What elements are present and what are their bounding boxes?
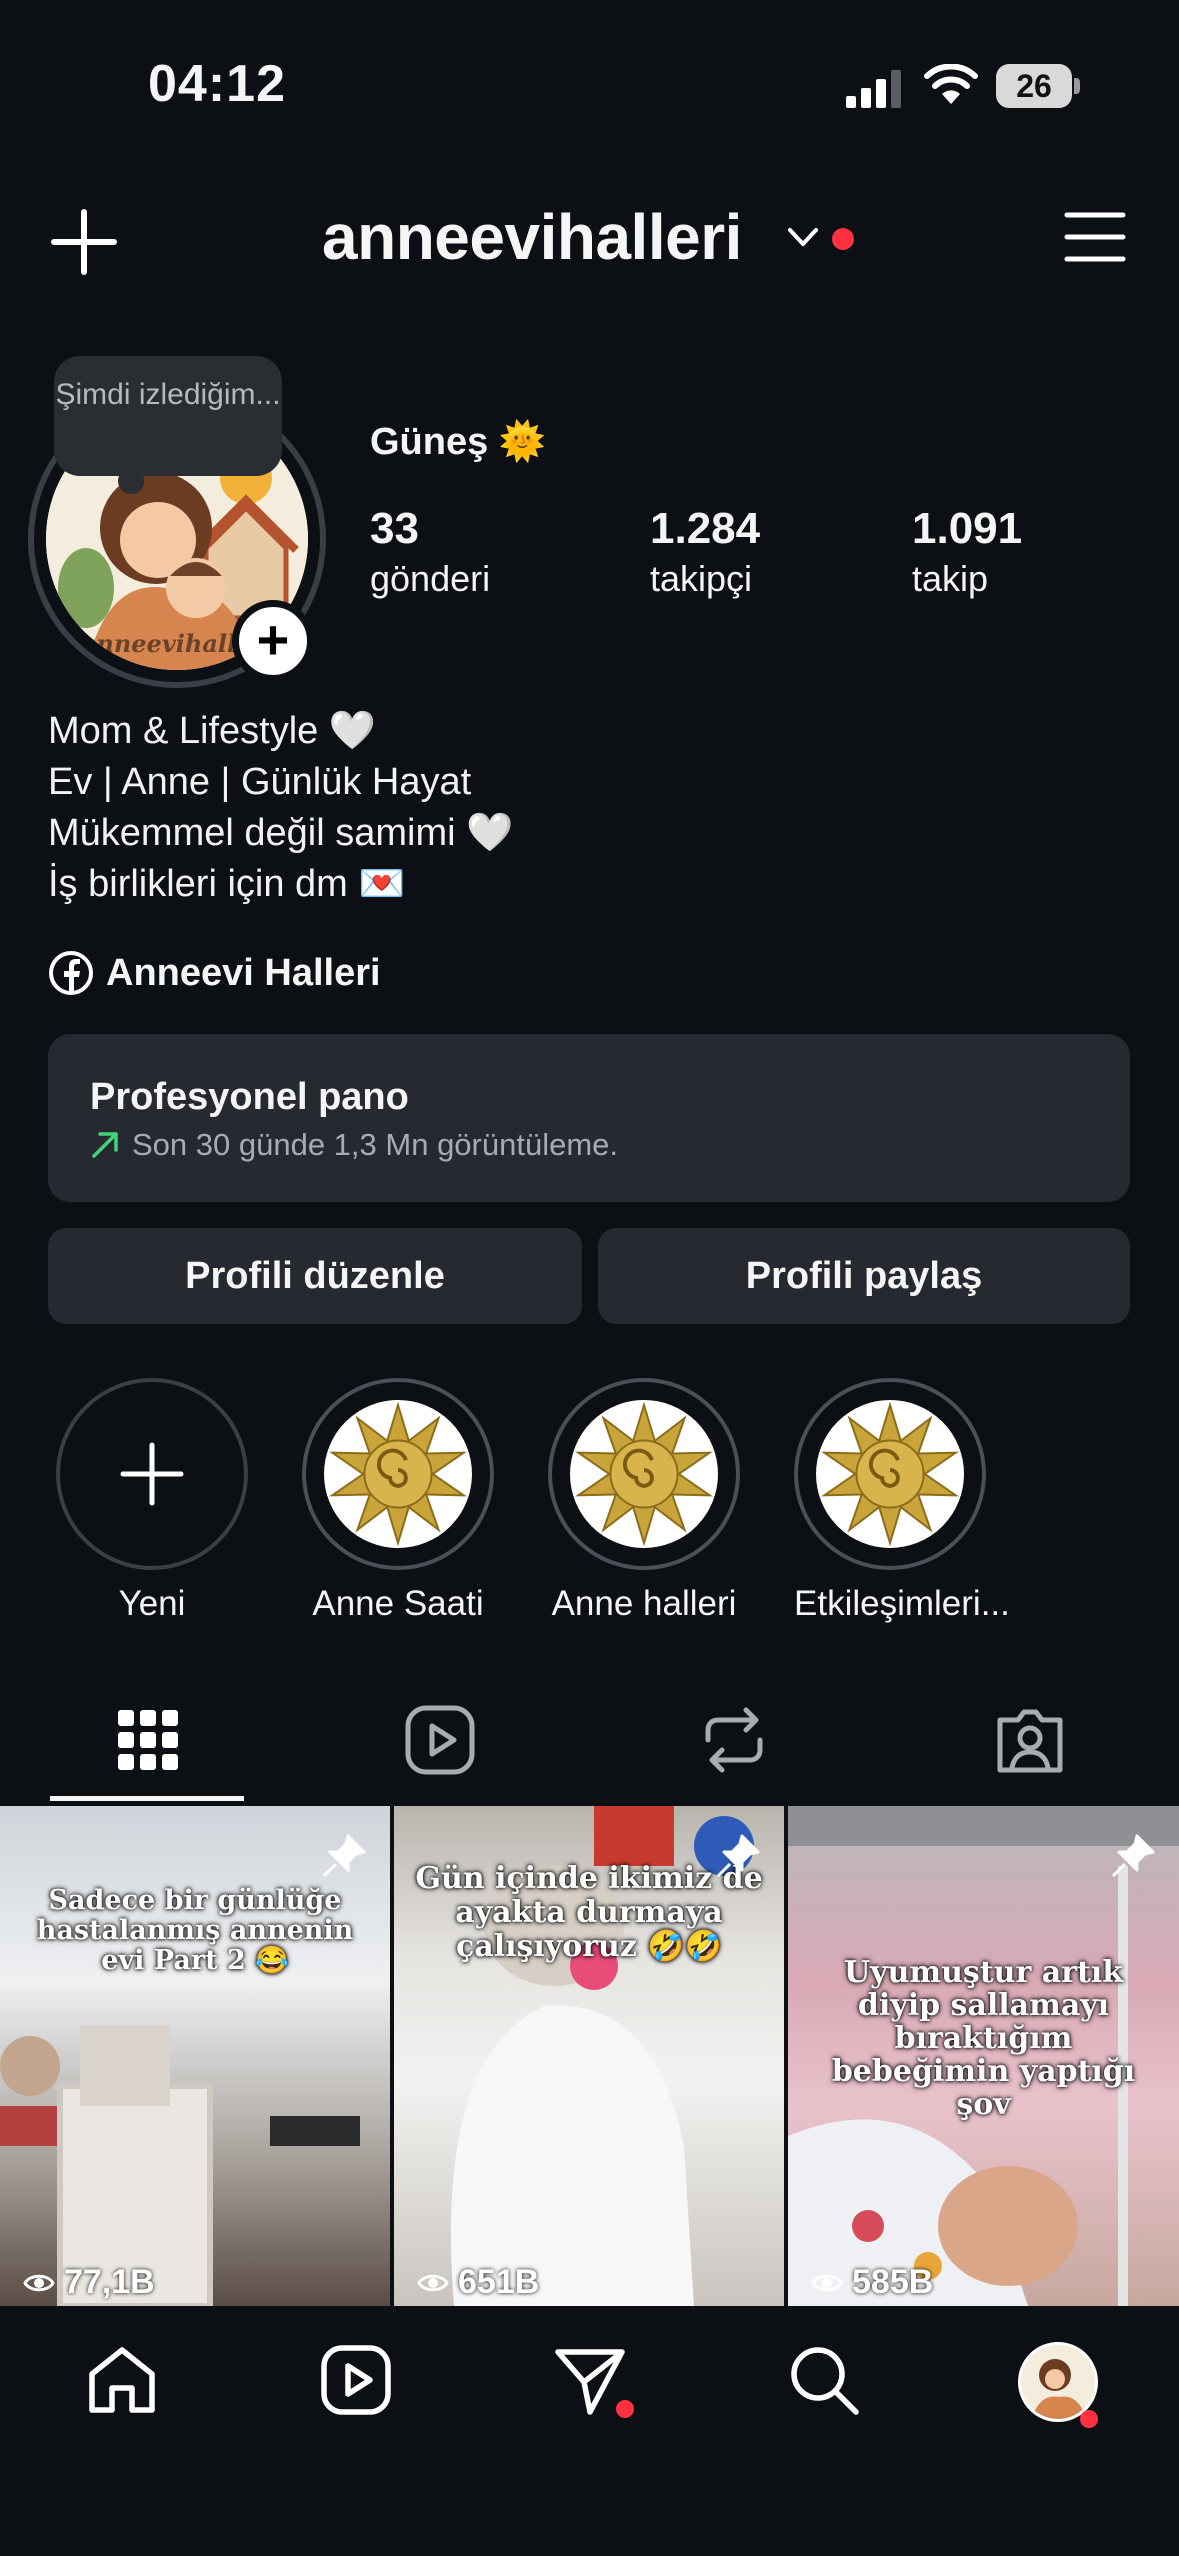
post-caption: Sadece bir günlüğe hastalanmış annenin e… [36, 1885, 354, 1976]
pin-icon [1111, 1834, 1155, 1878]
highlight-label: Anne halleri [551, 1584, 737, 1623]
tagged-icon[interactable] [990, 1700, 1070, 1780]
add-story-button[interactable]: + [232, 600, 314, 682]
views-eye-icon [811, 2274, 843, 2291]
wifi-icon [924, 64, 978, 104]
stat-followers[interactable]: 1.284 takipçi [650, 504, 760, 600]
profile-notification-dot [1080, 2410, 1098, 2428]
highlight-label: Anne Saati [312, 1584, 484, 1623]
username-switcher[interactable]: anneevihalleri [322, 200, 742, 274]
stat-posts[interactable]: 33 gönderi [370, 504, 490, 600]
facebook-icon [49, 951, 93, 995]
dm-notification-dot [616, 2400, 634, 2418]
status-time: 04:12 [148, 55, 286, 113]
golden-sun-icon [329, 1401, 467, 1547]
pin-icon [716, 1834, 760, 1878]
facebook-link-label: Anneevi Halleri [106, 951, 381, 994]
cellular-signal-icon [846, 70, 901, 108]
edit-profile-button[interactable]: Profili düzenle [48, 1228, 582, 1324]
golden-sun-icon [821, 1401, 959, 1547]
highlight-label: Yeni [118, 1584, 186, 1623]
battery-level: 26 [996, 64, 1072, 108]
display-name: Güneş 🌞 [370, 421, 547, 463]
post-views: 585B [852, 2263, 934, 2301]
notification-dot [832, 228, 854, 250]
stat-following[interactable]: 1.091 takip [912, 504, 1022, 600]
highlight-item[interactable]: Etkileşimleri... [794, 1378, 1010, 1624]
stat-following-value: 1.091 [912, 504, 1023, 553]
post-caption: Uyumuştur artık diyip sallamayı bıraktığ… [831, 1955, 1136, 2122]
views-eye-icon [23, 2274, 55, 2291]
battery-indicator: 26 [996, 64, 1080, 108]
home-icon[interactable] [84, 2342, 160, 2418]
note-bubble-tail [118, 468, 144, 494]
bio: Mom & Lifestyle 🤍 Ev | Anne | Günlük Hay… [48, 706, 513, 910]
bio-line: Mom & Lifestyle 🤍 [48, 710, 377, 752]
dashboard-title: Profesyonel pano [90, 1076, 409, 1118]
note-bubble[interactable]: Şimdi izlediğim... [54, 356, 282, 476]
post-views: 77,1B [64, 2263, 155, 2301]
grid-icon[interactable] [108, 1700, 188, 1780]
stat-followers-value: 1.284 [650, 504, 761, 553]
post-thumbnail[interactable]: Sadece bir günlüğe hastalanmış annenin e… [0, 1806, 390, 2306]
post-thumbnail[interactable]: Uyumuştur artık diyip sallamayı bıraktığ… [788, 1806, 1179, 2306]
trend-up-icon [92, 1132, 118, 1158]
chevron-down-icon[interactable] [786, 226, 820, 250]
dashboard-subtitle: Son 30 günde 1,3 Mn görüntüleme. [132, 1127, 619, 1162]
bio-line: Mükemmel değil samimi 🤍 [48, 812, 514, 854]
reels-icon[interactable] [318, 2342, 394, 2418]
bio-line: İş birlikleri için dm 💌 [48, 863, 406, 905]
pin-icon [322, 1834, 366, 1878]
highlight-new[interactable]: Yeni [56, 1378, 248, 1624]
reels-icon[interactable] [400, 1700, 480, 1780]
views-eye-icon [417, 2274, 449, 2291]
stat-followers-label: takipçi [650, 558, 753, 599]
bio-line: Ev | Anne | Günlük Hayat [48, 761, 472, 803]
facebook-link[interactable]: Anneevi Halleri [48, 948, 381, 998]
post-thumbnail[interactable]: Gün içinde ikimiz de ayakta durmaya çalı… [394, 1806, 784, 2306]
highlight-label: Etkileşimleri... [794, 1584, 1010, 1623]
reposts-icon[interactable] [694, 1700, 774, 1780]
search-icon[interactable] [786, 2342, 862, 2418]
stat-posts-value: 33 [370, 504, 419, 553]
professional-dashboard[interactable]: Profesyonel pano Son 30 günde 1,3 Mn gör… [48, 1034, 1130, 1202]
highlight-item[interactable]: Anne Saati [302, 1378, 494, 1624]
stat-following-label: takip [912, 558, 989, 599]
active-tab-indicator [50, 1796, 244, 1801]
hamburger-menu-icon[interactable] [1064, 210, 1126, 264]
highlight-item[interactable]: Anne halleri [548, 1378, 740, 1624]
plus-icon [120, 1442, 184, 1506]
create-plus-icon[interactable] [50, 208, 118, 276]
golden-sun-icon [575, 1401, 713, 1547]
stat-posts-label: gönderi [370, 558, 491, 599]
share-profile-button[interactable]: Profili paylaş [598, 1228, 1130, 1324]
post-views: 651B [458, 2263, 540, 2301]
